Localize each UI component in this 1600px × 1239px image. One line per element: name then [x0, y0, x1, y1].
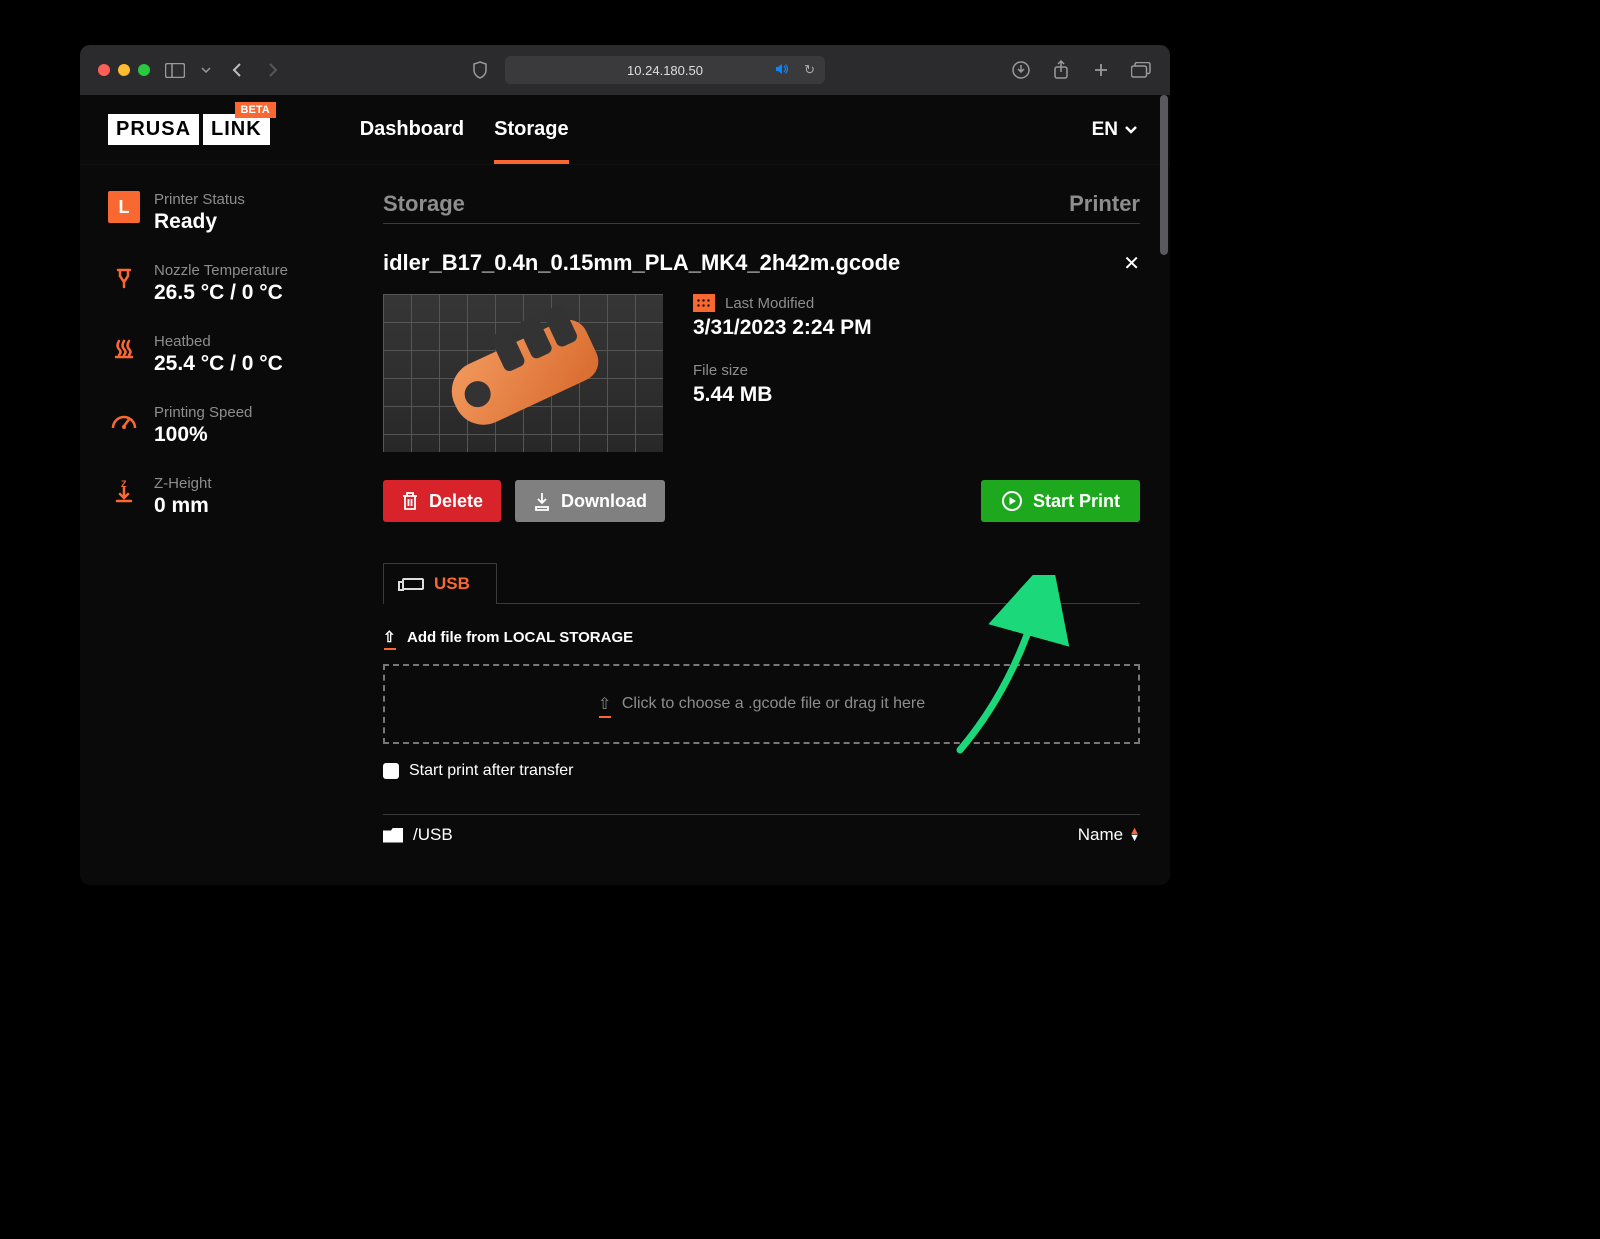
- audio-icon[interactable]: [775, 63, 789, 78]
- reload-icon[interactable]: ↻: [804, 62, 815, 78]
- main-panel: Storage Printer idler_B17_0.4n_0.15mm_PL…: [383, 191, 1140, 885]
- nav-tabs: Dashboard Storage: [360, 95, 569, 164]
- upload-icon: ⇧: [383, 628, 397, 646]
- logo-text-prusa: PRUSA: [108, 114, 199, 145]
- file-dropzone[interactable]: ⇧ Click to choose a .gcode file or drag …: [383, 664, 1140, 744]
- storage-tab-usb[interactable]: USB: [383, 563, 497, 604]
- dropzone-text: Click to choose a .gcode file or drag it…: [622, 695, 925, 713]
- scrollbar[interactable]: [1160, 95, 1168, 885]
- page-title: Storage: [383, 191, 465, 217]
- downloads-icon[interactable]: [1010, 61, 1032, 79]
- close-icon[interactable]: ✕: [1123, 251, 1140, 276]
- page-content: BETA PRUSA LINK Dashboard Storage EN L P…: [80, 95, 1170, 885]
- beta-badge: BETA: [235, 102, 276, 118]
- forward-button[interactable]: [262, 61, 284, 79]
- folder-icon: [383, 828, 403, 843]
- browser-titlebar: 10.24.180.50 ↻: [80, 45, 1170, 95]
- heatbed-label: Heatbed: [154, 333, 283, 350]
- z-height-value: 0 mm: [154, 494, 212, 518]
- language-selector[interactable]: EN: [1092, 119, 1138, 141]
- selected-file-name: idler_B17_0.4n_0.15mm_PLA_MK4_2h42m.gcod…: [383, 250, 900, 276]
- sort-arrows-icon: ▲▼: [1129, 828, 1140, 842]
- app-logo[interactable]: BETA PRUSA LINK: [108, 114, 270, 145]
- start-after-transfer-checkbox[interactable]: [383, 763, 399, 779]
- tabs-overview-icon[interactable]: [1130, 61, 1152, 79]
- logo-text-link: LINK: [203, 114, 270, 145]
- start-after-transfer-label: Start print after transfer: [409, 762, 574, 780]
- printer-badge: L: [108, 191, 140, 223]
- download-icon: [533, 491, 551, 511]
- status-sidebar: L Printer Status Ready Nozzle Temperatur…: [108, 191, 343, 885]
- tab-storage[interactable]: Storage: [494, 95, 568, 164]
- heatbed-value: 25.4 °C / 0 °C: [154, 352, 283, 376]
- language-label: EN: [1092, 119, 1118, 141]
- scrollbar-thumb[interactable]: [1160, 95, 1168, 255]
- minimize-window-button[interactable]: [118, 64, 130, 76]
- upload-icon: ⇧: [598, 694, 612, 714]
- browser-window: 10.24.180.50 ↻: [80, 45, 1170, 885]
- printer-status-label: Printer Status: [154, 191, 245, 208]
- gcode-preview: [383, 294, 663, 452]
- nozzle-temp-label: Nozzle Temperature: [154, 262, 288, 279]
- filesize-value: 5.44 MB: [693, 383, 872, 407]
- sort-label: Name: [1078, 825, 1123, 845]
- modified-label: Last Modified: [725, 295, 814, 312]
- maximize-window-button[interactable]: [138, 64, 150, 76]
- modified-value: 3/31/2023 2:24 PM: [693, 316, 872, 340]
- close-window-button[interactable]: [98, 64, 110, 76]
- sidebar-toggle-icon[interactable]: [164, 61, 186, 79]
- play-icon: [1001, 490, 1023, 512]
- trash-icon: [401, 491, 419, 511]
- z-height-label: Z-Height: [154, 475, 212, 492]
- z-height-icon: Z: [108, 475, 140, 507]
- chevron-down-icon: [1124, 126, 1138, 134]
- printer-heading: Printer: [1069, 191, 1140, 217]
- sort-by-name[interactable]: Name ▲▼: [1078, 825, 1140, 845]
- back-button[interactable]: [226, 61, 248, 79]
- delete-button[interactable]: Delete: [383, 480, 501, 522]
- current-path: /USB: [413, 825, 453, 845]
- app-nav: BETA PRUSA LINK Dashboard Storage EN: [80, 95, 1170, 165]
- filesize-label: File size: [693, 362, 748, 379]
- heatbed-icon: [108, 333, 140, 365]
- nozzle-icon: [108, 262, 140, 294]
- address-bar[interactable]: 10.24.180.50 ↻: [505, 56, 825, 84]
- nozzle-temp-value: 26.5 °C / 0 °C: [154, 281, 288, 305]
- address-text: 10.24.180.50: [627, 63, 703, 78]
- printer-status-value: Ready: [154, 210, 245, 234]
- speed-value: 100%: [154, 423, 252, 447]
- speed-icon: [108, 404, 140, 436]
- calendar-icon: [693, 294, 715, 312]
- share-icon[interactable]: [1050, 61, 1072, 79]
- add-file-link[interactable]: ⇧ Add file from LOCAL STORAGE: [383, 628, 1140, 646]
- start-print-button[interactable]: Start Print: [981, 480, 1140, 522]
- usb-icon: [402, 578, 424, 590]
- tab-dashboard[interactable]: Dashboard: [360, 95, 464, 164]
- chevron-down-icon[interactable]: [200, 61, 212, 79]
- download-button[interactable]: Download: [515, 480, 665, 522]
- new-tab-icon[interactable]: [1090, 61, 1112, 79]
- window-controls: [98, 64, 150, 76]
- shield-icon[interactable]: [469, 61, 491, 79]
- speed-label: Printing Speed: [154, 404, 252, 421]
